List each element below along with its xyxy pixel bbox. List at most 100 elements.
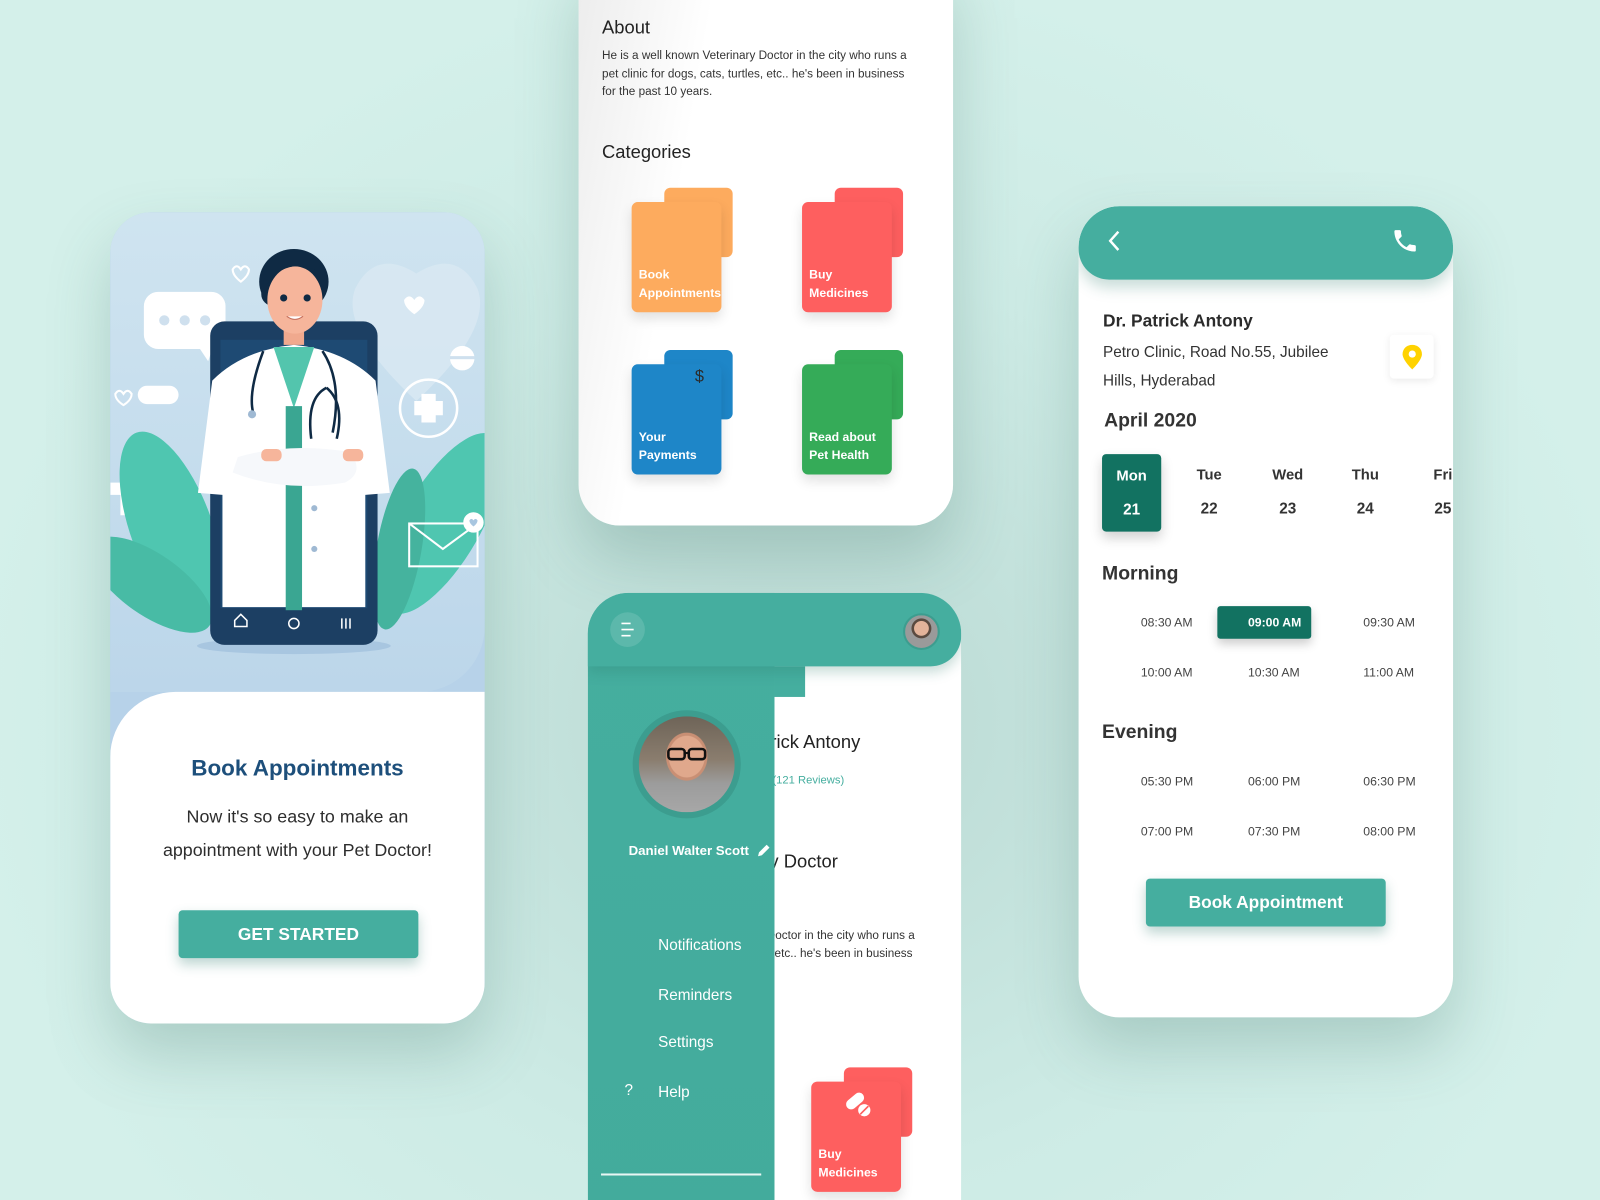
menu-item-label: Help — [658, 1083, 690, 1101]
get-started-button[interactable]: GET STARTED — [178, 910, 419, 959]
doctor-name: Dr. Patrick Antony — [1103, 311, 1253, 331]
time-slot[interactable]: 08:00 PM — [1333, 815, 1424, 848]
day-number: 21 — [1123, 501, 1141, 519]
time-slot[interactable]: 09:30 AM — [1333, 606, 1424, 639]
day-number: 23 — [1279, 499, 1297, 518]
phone-icon[interactable] — [1391, 227, 1420, 256]
time-slot[interactable]: 07:30 PM — [1217, 815, 1308, 848]
edit-pencil-icon[interactable] — [756, 843, 771, 858]
tile-label-line: Buy — [809, 267, 833, 282]
clinic-address: Petro Clinic, Road No.55, Jubilee Hills,… — [1103, 339, 1328, 396]
svg-text:?: ? — [624, 1081, 634, 1099]
menu-item-label: Settings — [658, 1033, 714, 1051]
clock-icon — [1226, 615, 1241, 630]
drawer-menu-item[interactable]: ? Help — [624, 1082, 689, 1102]
time-label: 10:00 AM — [1140, 665, 1193, 680]
drawer-divider — [601, 1173, 762, 1175]
drawer-menu-item[interactable]: Settings — [624, 1032, 713, 1052]
time-slot[interactable]: 10:00 AM — [1110, 656, 1201, 689]
category-tile-buy-medicines[interactable]: Buy Medicines — [811, 1067, 913, 1192]
clock-icon — [624, 985, 644, 1005]
back-chevron-icon[interactable] — [1105, 229, 1123, 253]
drawer-menu-item[interactable]: Reminders — [624, 985, 732, 1005]
weekday-label: Fri — [1433, 467, 1453, 484]
categories-heading: Categories — [602, 141, 691, 163]
weekday-label: Wed — [1272, 467, 1304, 484]
doctor-profile-screen: About He is a well known Veterinary Doct… — [578, 0, 954, 526]
bell-icon — [624, 935, 644, 955]
category-tile[interactable]: Book Appointments — [631, 187, 733, 313]
about-line: He is a well known Veterinary Doctor in … — [602, 49, 907, 63]
tile-label: Buy Medicines — [809, 266, 868, 302]
time-slot[interactable]: 08:30 AM — [1110, 606, 1201, 639]
day-selector[interactable]: Wed 23 — [1258, 467, 1317, 517]
weekday-label: Thu — [1351, 467, 1379, 484]
address-line: Petro Clinic, Road No.55, Jubilee — [1103, 343, 1329, 362]
category-tile[interactable]: Read about Pet Health — [802, 349, 904, 475]
clock-icon — [1226, 774, 1241, 789]
app-header — [587, 592, 962, 667]
tile-label: Medicines — [818, 1164, 878, 1180]
user-name: Daniel Walter Scott — [628, 842, 749, 859]
clock-icon — [1226, 665, 1241, 680]
description-line: appointment with your Pet Doctor! — [162, 839, 432, 861]
about-text: He is a well known Veterinary Doctor in … — [602, 48, 939, 102]
morning-heading: Morning — [1102, 563, 1179, 585]
tile-label-line: Book — [638, 267, 670, 282]
pills-icon — [846, 1092, 871, 1117]
about-line: pet clinic for dogs, cats, turtles, etc.… — [602, 67, 905, 81]
time-slot[interactable]: 11:00 AM — [1333, 656, 1423, 689]
address-line: Hills, Hyderabad — [1103, 372, 1216, 390]
profile-avatar-ring — [632, 710, 741, 819]
booking-screen: Dr. Patrick Antony Petro Clinic, Road No… — [1078, 206, 1454, 1018]
tile-label-line: Pet Health — [809, 447, 870, 462]
day-selector[interactable]: Fri 25 — [1413, 467, 1453, 517]
user-profile: Daniel Walter Scott — [629, 843, 772, 858]
time-label: 09:00 AM — [1247, 615, 1302, 630]
navigation-drawer: Daniel Walter Scott Notifications Reminde… — [587, 592, 806, 1200]
category-tile[interactable]: Buy Medicines — [802, 187, 904, 313]
day-selector[interactable]: Tue 22 — [1180, 467, 1239, 517]
booking-header — [1078, 206, 1454, 280]
day-selector[interactable]: Thu 24 — [1336, 467, 1395, 517]
onboarding-title: Book Appointments — [191, 755, 404, 781]
time-slot[interactable]: 06:00 PM — [1217, 765, 1308, 798]
map-location-button[interactable] — [1389, 334, 1434, 379]
svg-text:$: $ — [694, 368, 704, 386]
category-tile[interactable]: $ Your Payments — [631, 349, 733, 475]
clock-icon — [1341, 615, 1356, 630]
clock-icon — [1341, 665, 1356, 680]
clock-icon — [1118, 824, 1133, 839]
weekday-label: Mon — [1116, 468, 1147, 485]
tile-label: Book Appointments — [639, 266, 721, 302]
time-label: 06:00 PM — [1247, 774, 1301, 789]
time-slot[interactable]: 09:00 AM — [1217, 606, 1312, 639]
time-slot[interactable]: 10:30 AM — [1217, 656, 1308, 689]
profile-avatar[interactable] — [638, 716, 735, 813]
clock-icon — [1118, 665, 1133, 680]
time-label: 05:30 PM — [1140, 774, 1194, 789]
time-label: 07:00 PM — [1140, 824, 1194, 839]
help-icon: ? — [624, 1082, 644, 1102]
month-label: April 2020 — [1104, 410, 1197, 432]
onboarding-description: Now it's so easy to make an appointment … — [110, 800, 484, 867]
book-appointment-button[interactable]: Book Appointment — [1145, 878, 1386, 927]
time-slot[interactable]: 07:00 PM — [1110, 815, 1201, 848]
time-slot[interactable]: 06:30 PM — [1333, 765, 1424, 798]
day-selector[interactable]: Mon 21 — [1102, 454, 1162, 532]
drawer-menu-item[interactable]: Notifications — [624, 935, 741, 955]
tile-label: Your Payments — [639, 429, 697, 465]
header-avatar[interactable] — [903, 613, 940, 650]
tile-label: Read about Pet Health — [809, 429, 876, 465]
time-label: 08:30 AM — [1140, 615, 1193, 630]
evening-heading: Evening — [1102, 721, 1178, 743]
time-label: 10:30 AM — [1247, 665, 1300, 680]
clock-icon — [1226, 824, 1241, 839]
doctor-illustration — [110, 212, 485, 692]
reviews-count: (121 Reviews) — [772, 774, 845, 787]
receipt-dollar-icon: $ — [695, 368, 704, 386]
time-slot[interactable]: 05:30 PM — [1110, 765, 1201, 798]
menu-button[interactable] — [610, 612, 645, 647]
about-heading: About — [602, 17, 651, 38]
tile-label-line: Appointments — [638, 285, 722, 300]
